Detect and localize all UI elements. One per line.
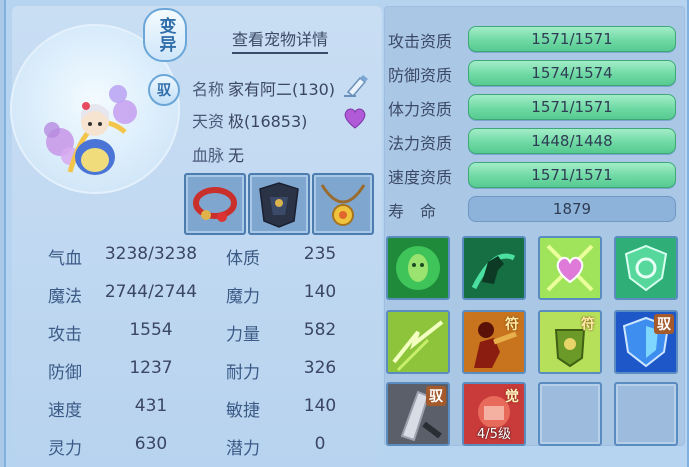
- empty-skill-slot[interactable]: [614, 382, 678, 446]
- aptitude-label: 攻击资质: [388, 32, 453, 51]
- stat-value: 582: [303, 320, 337, 340]
- pet-name-value: 家有阿二(130): [228, 80, 336, 99]
- stat-value: 3238/3238: [104, 244, 198, 264]
- stat-label: 力量: [226, 325, 260, 345]
- green-shield-icon: [616, 238, 676, 298]
- aptitude-label: 体力资质: [388, 100, 453, 119]
- stat-label: 魔力: [226, 287, 260, 307]
- skill-slot[interactable]: [462, 236, 526, 300]
- aptitude-bar: 1571/1571: [468, 94, 676, 120]
- aptitude-bar: 1571/1571: [468, 26, 676, 52]
- green-horse-icon: [464, 238, 524, 298]
- aptitude-bar: 1574/1574: [468, 60, 676, 86]
- pet-talent-value: 极(16853): [228, 112, 308, 131]
- life-value: 1879: [468, 196, 676, 222]
- equipment-slot-necklace[interactable]: [312, 173, 374, 235]
- skill-tag-badge: 驭: [426, 386, 446, 406]
- pink-heart-icon: [540, 238, 600, 298]
- pet-talent-label: 天资: [192, 112, 225, 131]
- stat-label: 潜力: [226, 439, 260, 459]
- skill-slot[interactable]: 符: [462, 310, 526, 374]
- green-ghost-icon: [388, 238, 448, 298]
- skill-slot[interactable]: 觉 4/5级: [462, 382, 526, 446]
- pet-talent-row: 天资 极(16853): [192, 108, 307, 132]
- stat-label: 体质: [226, 249, 260, 269]
- pet-bloodline-value: 无: [228, 146, 245, 165]
- stat-label: 速度: [48, 401, 82, 421]
- stat-label: 敏捷: [226, 401, 260, 421]
- edit-name-icon[interactable]: [342, 72, 370, 98]
- stat-value: 1554: [129, 320, 173, 340]
- skill-level-label: 4/5级: [477, 427, 511, 442]
- stat-label: 耐力: [226, 363, 260, 383]
- pet-bloodline-row: 血脉无: [192, 142, 244, 166]
- pet-figure-image: [44, 85, 137, 175]
- empty-skill-slot[interactable]: [538, 382, 602, 446]
- red-beaded-bracelet-icon: [193, 187, 237, 222]
- stat-value: 235: [303, 244, 337, 264]
- skill-tag-badge: 符: [505, 317, 519, 333]
- aptitude-label: 法力资质: [388, 134, 453, 153]
- pet-bloodline-label: 血脉: [192, 146, 225, 165]
- aptitude-bar: 1571/1571: [468, 162, 676, 188]
- bind-badge: 驭: [148, 74, 180, 106]
- view-pet-detail-link[interactable]: 查看宠物详情: [232, 26, 329, 54]
- skill-tag-badge: 符: [581, 317, 595, 333]
- gold-necklace-icon: [320, 184, 366, 226]
- skill-slot[interactable]: 驭: [386, 382, 450, 446]
- skill-slot[interactable]: [614, 236, 678, 300]
- dark-armor-icon: [259, 182, 299, 228]
- stat-label: 防御: [48, 363, 82, 383]
- skill-slot[interactable]: [386, 310, 450, 374]
- stat-label: 灵力: [48, 439, 82, 459]
- aptitude-bar: 1448/1448: [468, 128, 676, 154]
- stat-label: 气血: [48, 249, 82, 269]
- aptitude-label: 防御资质: [388, 66, 453, 85]
- heart-icon[interactable]: [342, 106, 368, 130]
- skill-slot[interactable]: 驭: [614, 310, 678, 374]
- equipment-slot-armor[interactable]: [248, 173, 310, 235]
- green-lightning-icon: [388, 312, 448, 372]
- aptitude-label: 速度资质: [388, 168, 453, 187]
- stat-value: 140: [303, 282, 337, 302]
- skill-slot[interactable]: 符: [538, 310, 602, 374]
- equipment-slot-bracelet[interactable]: [184, 173, 246, 235]
- stat-label: 魔法: [48, 287, 82, 307]
- stat-value: 1237: [129, 358, 173, 378]
- stat-value: 0: [314, 434, 326, 454]
- skill-slot[interactable]: [538, 236, 602, 300]
- stat-label: 攻击: [48, 325, 82, 345]
- stat-value: 431: [134, 396, 168, 416]
- pet-name-label: 名称: [192, 80, 225, 99]
- pet-name-row: 名称 家有阿二(130): [192, 76, 335, 100]
- life-label: 寿 命: [388, 202, 437, 221]
- skill-tag-badge: 驭: [654, 314, 674, 334]
- stat-value: 326: [303, 358, 337, 378]
- mutation-badge: 变异: [143, 8, 187, 62]
- stat-value: 630: [134, 434, 168, 454]
- skill-tag-badge: 觉: [505, 389, 519, 405]
- skill-slot[interactable]: [386, 236, 450, 300]
- stat-value: 140: [303, 396, 337, 416]
- stat-value: 2744/2744: [104, 282, 198, 302]
